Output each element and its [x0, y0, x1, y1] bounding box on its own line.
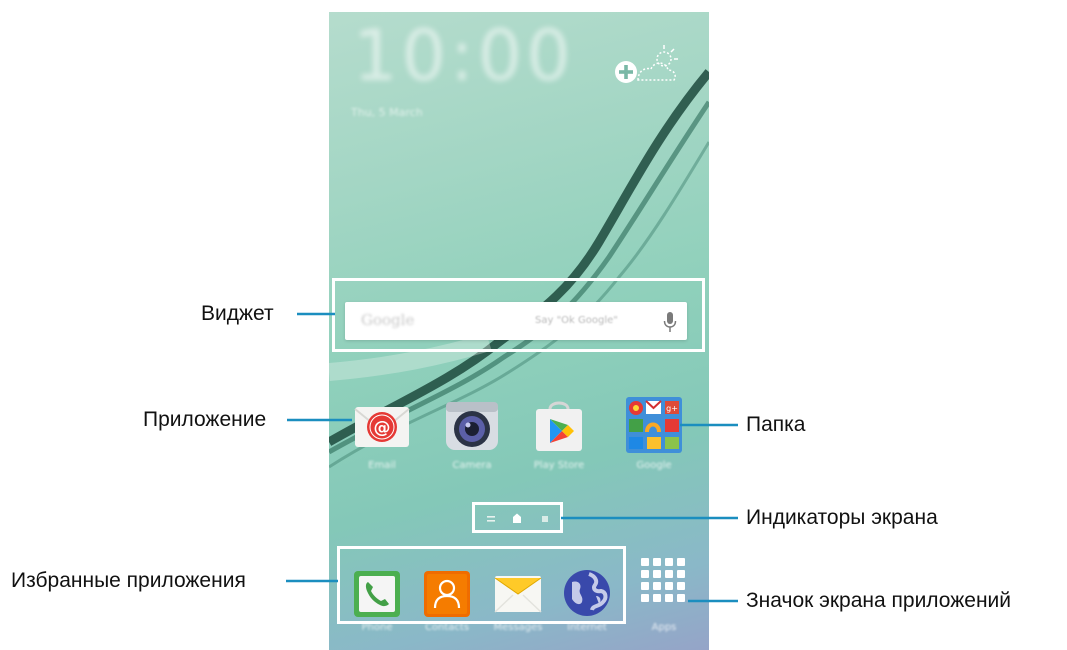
callout-apps-screen: Значок экрана приложений — [746, 589, 1012, 612]
callout-folder: Папка — [746, 413, 806, 436]
callout-widget: Виджет — [201, 302, 274, 325]
callout-indicators: Индикаторы экрана — [746, 506, 938, 529]
callout-favorites: Избранные приложения — [11, 569, 246, 592]
callout-app: Приложение — [143, 408, 267, 431]
page-indicator-highlight-box — [472, 502, 563, 533]
widget-highlight-box — [332, 278, 705, 352]
callout-overlay — [286, 278, 738, 624]
favorites-highlight-box — [337, 546, 626, 624]
